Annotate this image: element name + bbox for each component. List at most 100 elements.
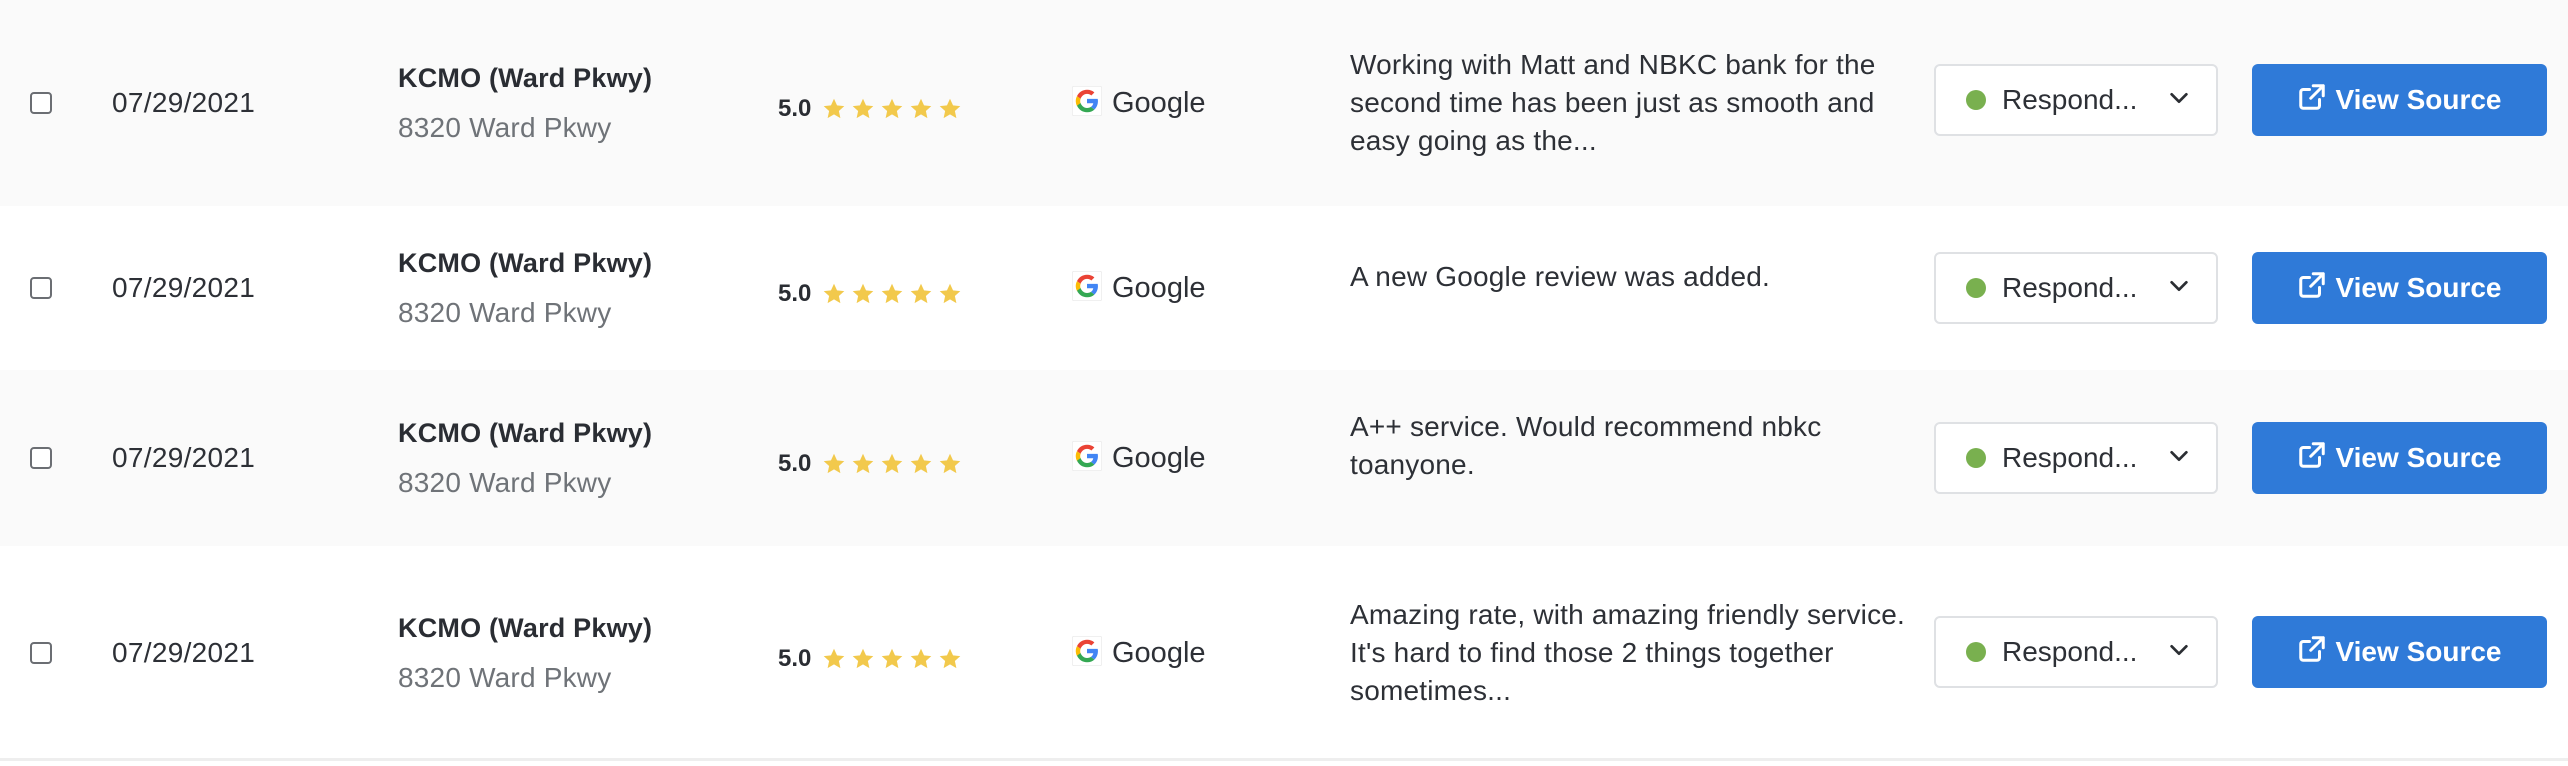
star-icon <box>940 283 961 304</box>
review-text: A++ service. Would recommend nbkc toanyo… <box>1350 411 1822 480</box>
status-dot <box>1966 642 1986 662</box>
star-icon <box>853 453 874 474</box>
source-cell: Google <box>1071 0 1206 206</box>
row-checkbox[interactable] <box>30 277 52 299</box>
star-icon <box>882 648 903 669</box>
star-icon <box>824 283 845 304</box>
star-icon <box>940 453 961 474</box>
source-name: Google <box>1112 636 1206 669</box>
view-source-button[interactable]: View Source <box>2252 252 2547 324</box>
star-icon <box>853 98 874 119</box>
star-icon <box>911 453 932 474</box>
table-row: 07/29/2021 KCMO (Ward Pkwy) 8320 Ward Pk… <box>0 0 2568 206</box>
row-checkbox-cell <box>30 546 52 760</box>
star-rating <box>821 646 963 672</box>
review-text: A new Google review was added. <box>1350 261 1771 292</box>
status-dropdown[interactable]: Respond... <box>1934 422 2218 494</box>
view-source-button[interactable]: View Source <box>2252 422 2547 494</box>
row-checkbox[interactable] <box>30 92 52 114</box>
location-address: 8320 Ward Pkwy <box>398 111 612 143</box>
status-dropdown[interactable]: Respond... <box>1934 616 2218 688</box>
status-dropdown[interactable]: Respond... <box>1934 252 2218 324</box>
star-icon <box>882 98 903 119</box>
status-label: Respond... <box>2002 84 2138 115</box>
view-source-button[interactable]: View Source <box>2252 616 2547 688</box>
google-g-icon <box>1071 269 1112 306</box>
rating-value: 5.0 <box>778 450 812 477</box>
row-checkbox-cell <box>30 370 52 546</box>
rating-cell: 5.0 <box>778 546 963 766</box>
reviews-table: 07/29/2021 KCMO (Ward Pkwy) 8320 Ward Pk… <box>0 0 2568 764</box>
star-rating <box>821 451 963 477</box>
star-icon <box>853 283 874 304</box>
source-name: Google <box>1112 271 1206 304</box>
location-address: 8320 Ward Pkwy <box>398 466 612 498</box>
star-icon <box>824 98 845 119</box>
rating-value: 5.0 <box>778 645 812 672</box>
location-name: KCMO (Ward Pkwy) <box>398 417 653 448</box>
row-checkbox-cell <box>30 0 52 206</box>
status-label: Respond... <box>2002 636 2138 667</box>
rating-cell: 5.0 <box>778 370 963 552</box>
star-icon <box>824 453 845 474</box>
review-date: 07/29/2021 <box>112 442 256 473</box>
location-cell: KCMO (Ward Pkwy) 8320 Ward Pkwy <box>398 0 652 206</box>
table-row: 07/29/2021 KCMO (Ward Pkwy) 8320 Ward Pk… <box>0 206 2568 370</box>
star-icon <box>911 283 932 304</box>
table-bottom-border <box>0 758 2568 761</box>
star-icon <box>940 648 961 669</box>
row-checkbox[interactable] <box>30 642 52 664</box>
status-label: Respond... <box>2002 442 2138 473</box>
review-date: 07/29/2021 <box>112 272 256 303</box>
chevron-down-icon <box>2168 87 2216 114</box>
review-text: Working with Matt and NBKC bank for the … <box>1350 49 1876 156</box>
source-cell: Google <box>1071 546 1206 760</box>
table-row: 07/29/2021 KCMO (Ward Pkwy) 8320 Ward Pk… <box>0 546 2568 760</box>
review-text: Amazing rate, with amazing friendly serv… <box>1350 599 1906 706</box>
location-cell: KCMO (Ward Pkwy) 8320 Ward Pkwy <box>398 370 652 546</box>
location-address: 8320 Ward Pkwy <box>398 296 612 328</box>
chevron-down-icon <box>2168 639 2216 666</box>
status-dot <box>1966 278 1986 298</box>
source-cell: Google <box>1071 206 1206 370</box>
external-link-icon <box>2297 270 2335 307</box>
star-rating <box>821 96 963 122</box>
google-g-icon <box>1071 634 1112 671</box>
row-checkbox-cell <box>30 206 52 370</box>
status-dot <box>1966 90 1986 110</box>
chevron-down-icon <box>2168 275 2216 302</box>
source-name: Google <box>1112 441 1206 474</box>
star-icon <box>940 98 961 119</box>
external-link-icon <box>2297 440 2335 477</box>
google-g-icon <box>1071 439 1112 476</box>
star-icon <box>824 648 845 669</box>
location-cell: KCMO (Ward Pkwy) 8320 Ward Pkwy <box>398 546 652 760</box>
location-address: 8320 Ward Pkwy <box>398 661 612 693</box>
star-icon <box>882 453 903 474</box>
status-dot <box>1966 448 1986 468</box>
star-icon <box>911 648 932 669</box>
view-source-label: View Source <box>2335 272 2502 303</box>
source-cell: Google <box>1071 370 1206 546</box>
rating-cell: 5.0 <box>778 206 963 376</box>
source-name: Google <box>1112 86 1206 119</box>
view-source-label: View Source <box>2335 442 2502 473</box>
external-link-icon <box>2297 634 2335 671</box>
table-row: 07/29/2021 KCMO (Ward Pkwy) 8320 Ward Pk… <box>0 370 2568 546</box>
view-source-label: View Source <box>2335 636 2502 667</box>
location-name: KCMO (Ward Pkwy) <box>398 612 653 643</box>
view-source-button[interactable]: View Source <box>2252 64 2547 136</box>
view-source-label: View Source <box>2335 84 2502 115</box>
google-g-icon <box>1071 84 1112 121</box>
rating-cell: 5.0 <box>778 0 963 212</box>
location-name: KCMO (Ward Pkwy) <box>398 62 653 93</box>
row-checkbox[interactable] <box>30 447 52 469</box>
star-icon <box>853 648 874 669</box>
rating-value: 5.0 <box>778 280 812 307</box>
external-link-icon <box>2297 82 2335 119</box>
status-dropdown[interactable]: Respond... <box>1934 64 2218 136</box>
status-label: Respond... <box>2002 272 2138 303</box>
rating-value: 5.0 <box>778 95 812 122</box>
review-date: 07/29/2021 <box>112 637 256 668</box>
location-name: KCMO (Ward Pkwy) <box>398 247 653 278</box>
